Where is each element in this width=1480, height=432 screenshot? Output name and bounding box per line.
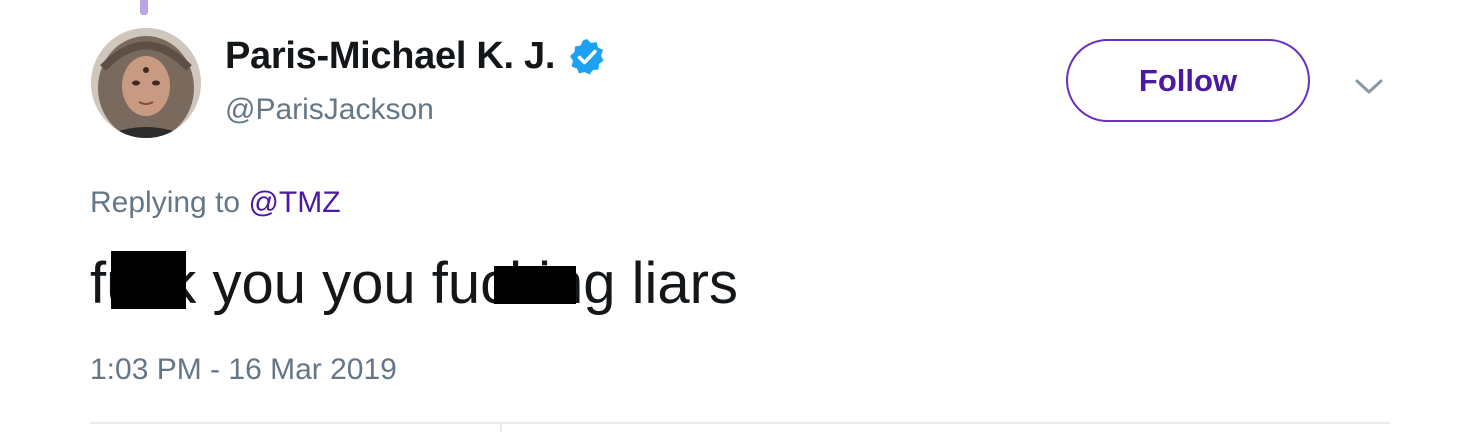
chevron-down-icon[interactable] <box>1352 72 1386 100</box>
author-handle[interactable]: @ParisJackson <box>225 93 434 127</box>
thread-connector-line <box>140 0 148 15</box>
divider <box>500 424 502 432</box>
redaction-bar <box>111 251 186 309</box>
replying-to-line: Replying to @TMZ <box>90 186 341 220</box>
tweet-timestamp[interactable]: 1:03 PM - 16 Mar 2019 <box>90 353 397 387</box>
replying-to-label: Replying to <box>90 186 241 219</box>
author-display-name[interactable]: Paris-Michael K. J. <box>225 35 555 78</box>
author-name-row: Paris-Michael K. J. <box>225 35 607 78</box>
follow-button[interactable]: Follow <box>1066 39 1310 122</box>
divider <box>90 422 1390 424</box>
tweet-text: fuck you you fucking liars <box>90 251 738 316</box>
reply-to-handle-link[interactable]: @TMZ <box>248 186 340 219</box>
avatar-image <box>91 28 201 138</box>
redaction-bar <box>494 266 576 304</box>
avatar[interactable] <box>91 28 201 138</box>
verified-badge-icon <box>567 37 607 77</box>
